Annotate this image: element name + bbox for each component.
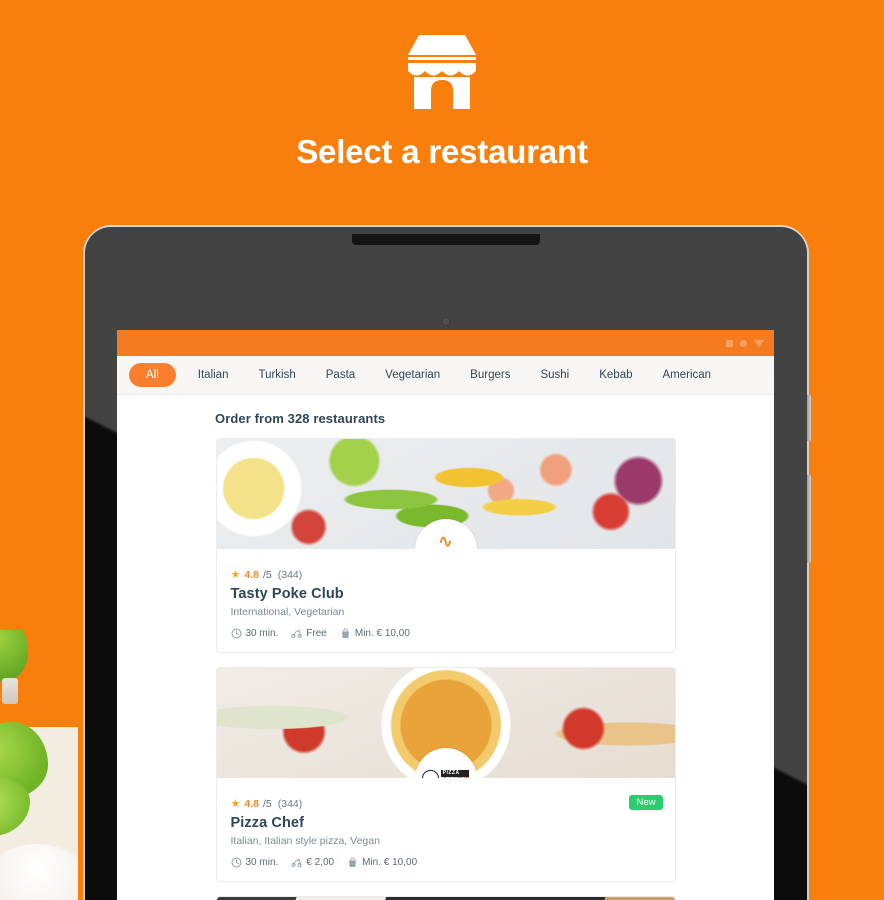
restaurant-photo: ∿ POKECLUB xyxy=(216,439,675,549)
restaurant-meta: 30 min. Free Min. € 10,00 xyxy=(230,628,661,639)
cuisine-tabbar: All Italian Turkish Pasta Vegetarian Bur… xyxy=(117,356,774,395)
page-root: Select a restaurant All Italian Turkish … xyxy=(0,0,884,900)
poke-club-logo: ∿ POKECLUB xyxy=(414,519,477,549)
tab-all[interactable]: All xyxy=(129,363,176,387)
scooter-icon xyxy=(291,858,302,867)
status-badge: New xyxy=(629,795,663,810)
restaurant-list: Order from 328 restaurants ∿ POKECLUB xyxy=(117,395,774,900)
restaurant-name: Tasty Poke Club xyxy=(230,586,344,602)
device-side-button-volume[interactable] xyxy=(807,395,811,441)
restaurant-info: New ★ 4.8 /5 (344) Pizza Chef Italian, I… xyxy=(217,778,675,881)
storefront-icon xyxy=(408,35,476,109)
tab-burgers[interactable]: Burgers xyxy=(456,369,524,381)
device-speaker xyxy=(352,234,540,245)
star-icon: ★ xyxy=(230,797,241,810)
delivery-time: 30 min. xyxy=(230,857,279,868)
restaurant-meta: 30 min. € 2,00 Min. € 10,00 xyxy=(230,857,661,868)
tab-turkish[interactable]: Turkish xyxy=(244,369,309,381)
restaurant-card[interactable]: ∿ POKECLUB ★ 4.8 /5 (344) Tasty Poke Clu xyxy=(215,438,676,653)
delivery-time-label: 30 min. xyxy=(245,628,279,639)
triangle-down-icon[interactable] xyxy=(754,339,764,347)
square-icon[interactable] xyxy=(726,339,733,347)
delivery-time-label: 30 min. xyxy=(245,857,279,868)
rating-row: ★ 4.8 /5 (344) xyxy=(231,569,661,581)
minimum-order-label: Min. € 10,00 xyxy=(362,857,418,868)
section-title: Order from 328 restaurants xyxy=(215,411,386,426)
tab-sushi[interactable]: Sushi xyxy=(526,369,583,381)
delivery-fee-label: € 2,00 xyxy=(306,857,335,868)
window-controls xyxy=(726,339,774,347)
device-side-button-power[interactable] xyxy=(807,475,811,563)
pizza-chef-logo: PIZZACHEF xyxy=(414,748,477,778)
clock-icon xyxy=(230,628,242,639)
tab-pasta[interactable]: Pasta xyxy=(312,369,369,381)
minimum-order: Min. € 10,00 xyxy=(340,628,410,639)
star-icon: ★ xyxy=(230,568,241,581)
scooter-icon xyxy=(291,629,302,638)
bag-icon xyxy=(349,857,357,867)
tablet-device: All Italian Turkish Pasta Vegetarian Bur… xyxy=(85,227,811,900)
restaurant-card[interactable]: PIZZACHEF New ★ 4.8 /5 (344) Pizza Chef xyxy=(215,667,676,882)
restaurant-card[interactable] xyxy=(215,896,676,900)
delivery-time: 30 min. xyxy=(230,628,279,639)
rating-denominator: /5 xyxy=(262,798,272,810)
page-title: Select a restaurant xyxy=(296,133,588,170)
rating-value: 4.8 xyxy=(244,569,259,581)
rating-denominator: /5 xyxy=(262,569,272,581)
clock-icon xyxy=(230,857,242,868)
restaurant-cuisine: International, Vegetarian xyxy=(230,606,345,618)
delivery-fee-label: Free xyxy=(306,628,327,639)
tab-kebab[interactable]: Kebab xyxy=(585,369,646,381)
restaurant-cuisine: Italian, Italian style pizza, Vegan xyxy=(230,835,380,847)
tab-american[interactable]: American xyxy=(649,369,726,381)
tab-italian[interactable]: Italian xyxy=(184,369,243,381)
app-screen: All Italian Turkish Pasta Vegetarian Bur… xyxy=(117,330,774,900)
restaurant-name: Pizza Chef xyxy=(230,815,305,831)
rating-count: (344) xyxy=(277,569,303,581)
delivery-fee: € 2,00 xyxy=(291,857,334,868)
rating-count: (344) xyxy=(277,798,303,810)
bag-icon xyxy=(341,628,349,638)
restaurant-photo: PIZZACHEF xyxy=(216,668,675,778)
circle-icon[interactable] xyxy=(740,339,747,347)
restaurant-info: ★ 4.8 /5 (344) Tasty Poke Club Internati… xyxy=(217,549,675,652)
delivery-fee: Free xyxy=(291,628,327,639)
app-topbar xyxy=(117,330,774,356)
minimum-order-label: Min. € 10,00 xyxy=(354,628,410,639)
device-camera xyxy=(441,317,451,326)
minimum-order: Min. € 10,00 xyxy=(347,857,417,868)
decorative-food-photo xyxy=(0,630,78,900)
tab-vegetarian[interactable]: Vegetarian xyxy=(371,369,454,381)
rating-value: 4.8 xyxy=(244,798,259,810)
hero-section: Select a restaurant xyxy=(0,0,884,215)
rating-row: ★ 4.8 /5 (344) xyxy=(231,798,661,810)
